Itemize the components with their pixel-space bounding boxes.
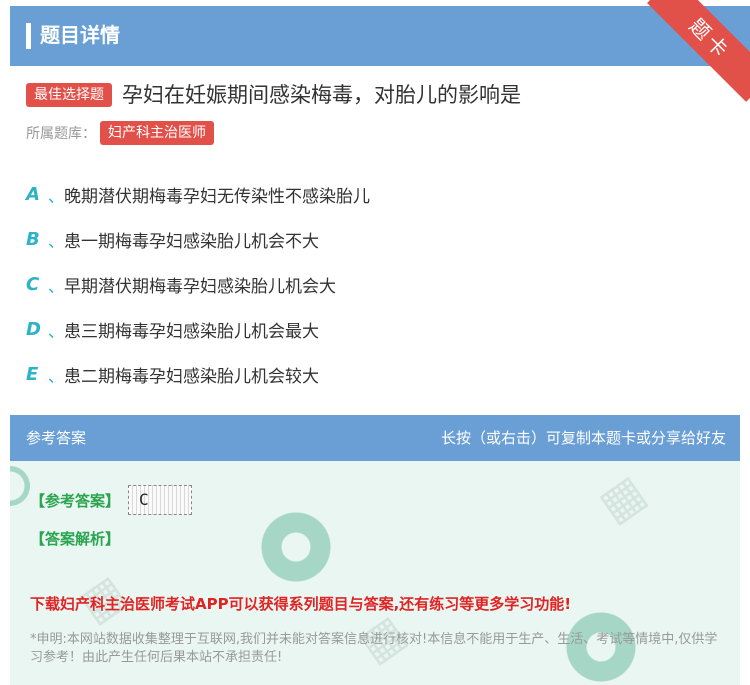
corner-ribbon: 题卡: [640, 0, 750, 110]
option-separator: 、: [48, 276, 65, 296]
question-type-badge: 最佳选择题: [26, 83, 112, 107]
answer-section-title: 参考答案: [26, 429, 87, 447]
disclaimer-text: *申明:本网站数据收集整理于互联网,我们并未能对答案信息进行核对!本信息不能用于…: [30, 632, 718, 665]
option-separator: 、: [48, 321, 65, 341]
page-title: 题目详情: [40, 23, 120, 47]
question-text: 孕妇在妊娠期间感染梅毒，对胎儿的影响是: [122, 83, 521, 107]
answer-image: C: [128, 485, 193, 515]
analysis-label: 【答案解析】: [30, 530, 121, 548]
answer-row: 【参考答案】 C: [30, 485, 193, 515]
option-letter: C: [26, 274, 40, 295]
answer-label: 【参考答案】: [30, 491, 121, 510]
corner-ribbon-label: 题卡: [647, 0, 750, 102]
answer-section-body: ▦ ▦ ▦ 【参考答案】 C 【答案解析】 下载妇产科主治医师考试APP可以获得…: [10, 461, 740, 685]
options-list: A 、 晚期潜伏期梅毒孕妇无传染性不感染胎儿 B 、 患一期梅毒孕妇感染胎儿机会…: [26, 172, 370, 397]
title-accent-bar: [26, 23, 31, 49]
watermark-logo-icon: [260, 511, 332, 583]
option-text: 患三期梅毒孕妇感染胎儿机会最大: [64, 322, 319, 342]
option-text: 晚期潜伏期梅毒孕妇无传染性不感染胎儿: [64, 187, 370, 207]
option-b[interactable]: B 、 患一期梅毒孕妇感染胎儿机会不大: [26, 217, 370, 262]
share-hint: 长按（或右击）可复制本题卡或分享给好友: [440, 429, 726, 447]
bank-name-badge[interactable]: 妇产科主治医师: [100, 121, 214, 145]
app-promo-link[interactable]: 下载妇产科主治医师考试APP可以获得系列题目与答案,还有练习等更多学习功能!: [30, 593, 571, 614]
watermark-logo-icon: [10, 466, 30, 506]
option-letter: E: [26, 364, 39, 385]
option-letter: A: [26, 184, 40, 205]
bank-label: 所属题库：: [26, 126, 96, 142]
option-e[interactable]: E 、 患二期梅毒孕妇感染胎儿机会较大: [26, 352, 370, 397]
question-bank-line: 所属题库： 妇产科主治医师: [26, 121, 214, 145]
header-bar: 题目详情: [10, 6, 750, 66]
option-text: 患二期梅毒孕妇感染胎儿机会较大: [64, 367, 319, 387]
option-text: 患一期梅毒孕妇感染胎儿机会不大: [64, 232, 319, 252]
option-letter: D: [26, 319, 41, 340]
option-d[interactable]: D 、 患三期梅毒孕妇感染胎儿机会最大: [26, 307, 370, 352]
option-c[interactable]: C 、 早期潜伏期梅毒孕妇感染胎儿机会大: [26, 262, 370, 307]
question-line: 最佳选择题 孕妇在妊娠期间感染梅毒，对胎儿的影响是: [26, 81, 521, 109]
option-separator: 、: [48, 186, 65, 206]
answer-section-header: 参考答案 长按（或右击）可复制本题卡或分享给好友: [10, 415, 740, 461]
watermark-icon: ▦: [588, 463, 656, 533]
option-separator: 、: [48, 366, 65, 386]
option-text: 早期潜伏期梅毒孕妇感染胎儿机会大: [64, 277, 336, 297]
option-letter: B: [26, 229, 40, 250]
option-a[interactable]: A 、 晚期潜伏期梅毒孕妇无传染性不感染胎儿: [26, 172, 370, 217]
option-separator: 、: [48, 231, 65, 251]
